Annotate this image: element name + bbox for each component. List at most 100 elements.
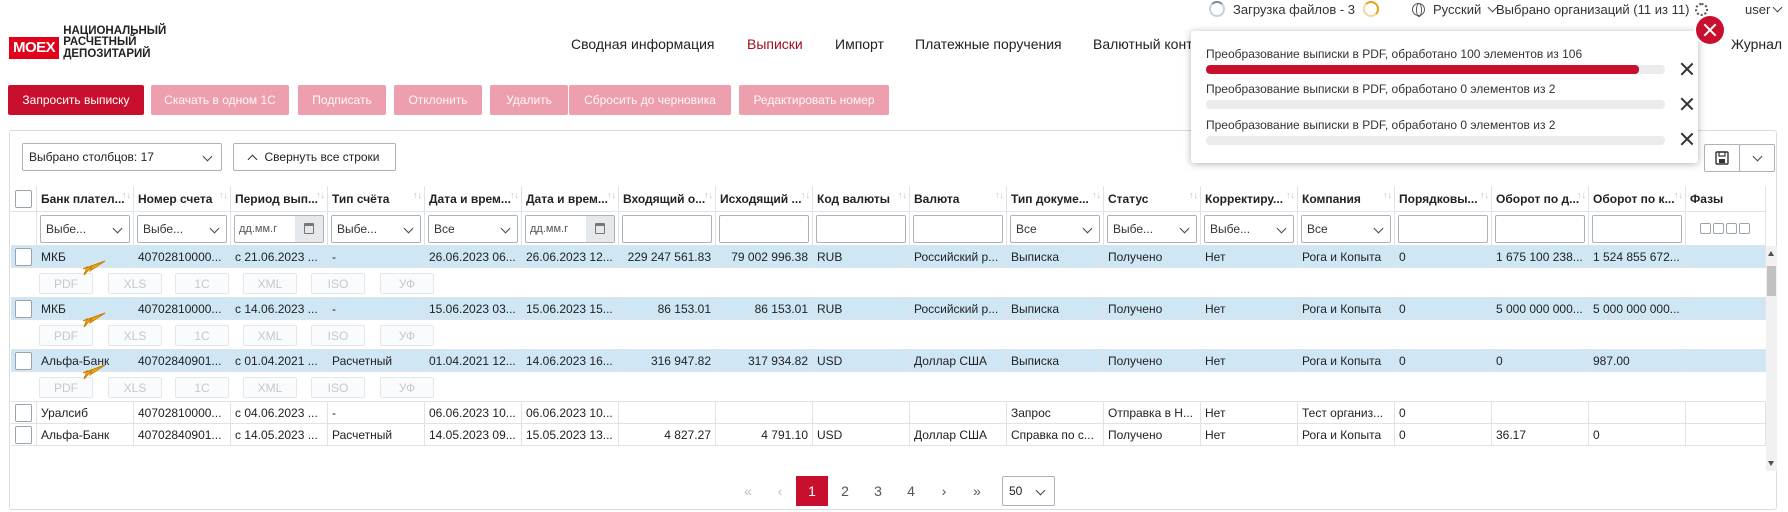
nav-statements[interactable]: Выписки — [747, 36, 803, 56]
column-header[interactable]: Номер счета ↑↓ — [134, 186, 231, 212]
filter-input[interactable] — [1592, 214, 1682, 243]
export-1c-button[interactable]: 1C — [175, 377, 229, 398]
filter-select[interactable]: Выбе... — [1107, 214, 1197, 243]
sort-icon[interactable]: ↑↓ — [1189, 191, 1198, 204]
sort-icon[interactable]: ↑↓ — [1286, 191, 1295, 204]
first-page-button[interactable]: « — [732, 476, 764, 506]
export-1c-button[interactable]: 1C — [175, 273, 229, 294]
sort-icon[interactable]: ↑↓ — [219, 191, 228, 204]
nav-payment-orders[interactable]: Платежные поручения — [915, 36, 1062, 56]
column-header[interactable]: Статус ↑↓ — [1104, 186, 1201, 212]
columns-select[interactable]: Выбрано столбцов: 17 — [22, 143, 222, 171]
page-size-select[interactable]: 50 — [1002, 476, 1055, 506]
filter-select[interactable]: Выбе... — [40, 214, 130, 243]
phase-checkbox[interactable] — [1712, 223, 1724, 234]
export-iso-button[interactable]: ISO — [311, 325, 365, 346]
calendar-button[interactable] — [586, 215, 614, 242]
scroll-thumb[interactable] — [1767, 266, 1776, 296]
column-header[interactable]: Код валюты ↑↓ — [813, 186, 910, 212]
export-xls-button[interactable]: XLS — [108, 377, 162, 398]
filter-input[interactable] — [1398, 214, 1488, 243]
sort-icon[interactable]: ↑↓ — [898, 191, 907, 204]
sort-icon[interactable]: ↑↓ — [413, 191, 422, 204]
phase-checkbox[interactable] — [1725, 223, 1737, 234]
column-header[interactable]: Дата и врем... ↑↓ — [522, 186, 619, 212]
sort-icon[interactable]: ↑↓ — [607, 191, 616, 204]
filter-select[interactable]: Все — [1010, 214, 1100, 243]
filter-select[interactable]: Выбе... — [331, 214, 421, 243]
sort-icon[interactable]: ↑↓ — [1383, 191, 1392, 204]
sort-icon[interactable]: ↑↓ — [801, 191, 810, 204]
filter-select[interactable]: Все — [428, 214, 518, 243]
export-uf-button[interactable]: УФ — [380, 377, 434, 398]
upload-status[interactable]: Загрузка файлов - 3 — [1209, 1, 1380, 17]
sort-icon[interactable]: ↑↓ — [1092, 191, 1101, 204]
sign-button[interactable]: Подписать — [298, 85, 386, 115]
table-row[interactable]: Уралсиб 40702810000... с 04.06.2023 ... -06… — [11, 402, 1766, 424]
filter-select[interactable]: Выбе... — [1204, 214, 1294, 243]
save-button[interactable] — [1704, 144, 1740, 172]
column-header[interactable]: Дата и врем... ↑↓ — [425, 186, 522, 212]
row-checkbox[interactable] — [15, 299, 32, 318]
table-row[interactable]: МКБ 40702810000... с 21.06.2023 ... -26.06.… — [11, 246, 1766, 268]
column-header[interactable]: Оборот по д... ↑↓ — [1492, 186, 1589, 212]
table-row[interactable]: Альфа-Банк 40702840901... с 14.05.2023 ...… — [11, 424, 1766, 446]
reset-to-draft-button[interactable]: Сбросить до черновика — [569, 85, 731, 115]
export-xls-button[interactable]: XLS — [108, 325, 162, 346]
gear-icon[interactable] — [1695, 2, 1709, 16]
filter-input[interactable] — [913, 214, 1003, 243]
scroll-down-icon[interactable] — [1768, 461, 1774, 466]
next-page-button[interactable]: › — [928, 476, 960, 506]
column-header[interactable]: Банк плател... ↑↓ — [37, 186, 134, 212]
user-menu[interactable]: user — [1745, 1, 1783, 17]
select-all-checkbox[interactable] — [15, 189, 32, 208]
sort-icon[interactable]: ↑↓ — [995, 191, 1004, 204]
export-uf-button[interactable]: УФ — [380, 325, 434, 346]
column-header[interactable]: Корректиру... ↑↓ — [1201, 186, 1298, 212]
column-header[interactable]: Исходящий ... ↑↓ — [716, 186, 813, 212]
sort-icon[interactable]: ↑↓ — [1577, 191, 1586, 204]
row-checkbox[interactable] — [15, 425, 32, 444]
filter-input[interactable] — [622, 214, 712, 243]
org-selector[interactable]: Выбрано организаций (11 из 11) — [1496, 1, 1709, 17]
column-header[interactable]: Оборот по к... ↑↓ — [1589, 186, 1686, 212]
filter-input[interactable] — [719, 214, 809, 243]
nav-import[interactable]: Импорт — [835, 36, 884, 56]
export-xls-button[interactable]: XLS — [108, 273, 162, 294]
nav-journal[interactable]: Журнал — [1731, 36, 1782, 56]
filter-date-input[interactable]: дд.мм.г — [525, 214, 615, 243]
row-checkbox[interactable] — [15, 351, 32, 370]
scroll-up-icon[interactable] — [1768, 251, 1774, 256]
prev-page-button[interactable]: ‹ — [764, 476, 796, 506]
collapse-rows-button[interactable]: Свернуть все строки — [233, 143, 396, 171]
language-selector[interactable]: Русский — [1412, 1, 1498, 17]
export-uf-button[interactable]: УФ — [380, 273, 434, 294]
page-button[interactable]: 3 — [862, 476, 894, 506]
column-header[interactable]: Тип счёта ↑↓ — [328, 186, 425, 212]
request-statement-button[interactable]: Запросить выписку — [8, 85, 144, 115]
sort-icon[interactable]: ↑↓ — [1480, 191, 1489, 204]
last-page-button[interactable]: » — [961, 476, 993, 506]
column-header[interactable]: Фазы — [1686, 186, 1766, 212]
row-checkbox[interactable] — [15, 403, 32, 422]
column-header[interactable]: Период вып... ↑↓ — [231, 186, 328, 212]
vertical-scrollbar[interactable] — [1766, 246, 1777, 471]
export-1c-button[interactable]: 1C — [175, 325, 229, 346]
page-button[interactable]: 2 — [829, 476, 861, 506]
more-options-button[interactable] — [1739, 144, 1775, 172]
reject-button[interactable]: Отклонить — [394, 85, 482, 115]
download-1c-button[interactable]: Скачать в одном 1С — [151, 85, 289, 115]
filter-date-input[interactable]: дд.мм.г — [234, 214, 324, 243]
close-icon[interactable] — [1680, 132, 1694, 146]
sort-icon[interactable]: ↑↓ — [316, 191, 325, 204]
column-header[interactable]: Входящий о... ↑↓ — [619, 186, 716, 212]
row-checkbox[interactable] — [15, 247, 32, 266]
edit-number-button[interactable]: Редактировать номер — [739, 85, 889, 115]
close-icon[interactable] — [1680, 97, 1694, 111]
export-xml-button[interactable]: XML — [243, 273, 297, 294]
column-header[interactable]: Тип докуме... ↑↓ — [1007, 186, 1104, 212]
filter-input[interactable] — [1495, 214, 1585, 243]
nav-summary[interactable]: Сводная информация — [571, 36, 715, 56]
nav-currency-control[interactable]: Валютный конт — [1093, 36, 1193, 56]
delete-button[interactable]: Удалить — [490, 85, 568, 115]
